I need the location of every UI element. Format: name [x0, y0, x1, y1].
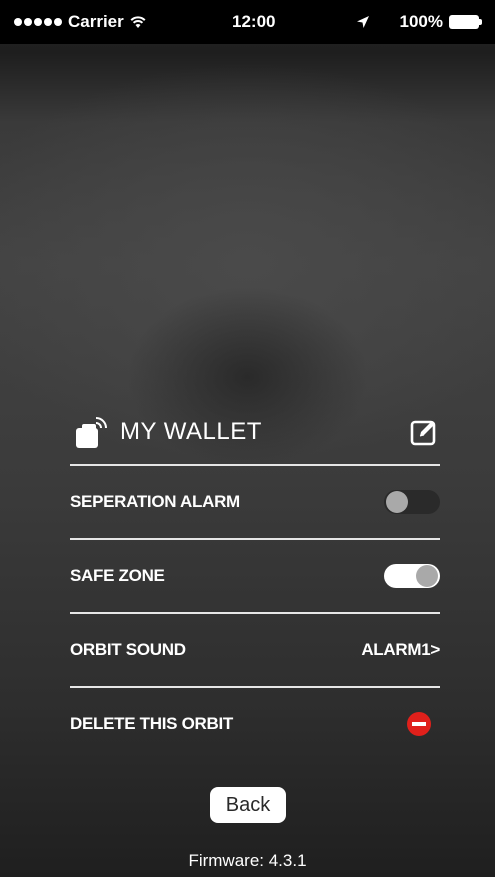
status-left: Carrier [14, 12, 146, 32]
status-bar: Carrier 12:00 100% [0, 0, 495, 44]
battery-percent: 100% [399, 12, 443, 31]
carrier-name: Carrier [68, 12, 124, 31]
device-header: MY WALLET [70, 400, 440, 466]
edit-icon[interactable] [410, 418, 438, 446]
firmware-version: Firmware: 4.3.1 [188, 851, 307, 870]
device-name: MY WALLET [120, 418, 262, 445]
safe-zone-row: SAFE ZONE [70, 540, 440, 614]
orbit-settings-screen: Carrier 12:00 100% MY WALLET SEPERATION … [0, 0, 495, 877]
wallet-tracker-icon [76, 417, 107, 448]
orbit-settings-panel: MY WALLET SEPERATION ALARM SAFE ZONE ORB… [70, 400, 440, 760]
toggle-knob [416, 565, 438, 587]
separation-alarm-toggle[interactable] [384, 490, 440, 514]
back-button[interactable]: Back [210, 787, 286, 823]
toggle-knob [386, 491, 408, 513]
delete-icon[interactable] [406, 711, 432, 737]
separation-alarm-row: SEPERATION ALARM [70, 466, 440, 540]
safe-zone-label: SAFE ZONE [70, 566, 165, 585]
orbit-sound-label: ORBIT SOUND [70, 640, 186, 659]
delete-orbit-row[interactable]: DELETE THIS ORBIT [70, 688, 440, 760]
safe-zone-toggle[interactable] [384, 564, 440, 588]
battery-icon [449, 15, 483, 29]
separation-alarm-label: SEPERATION ALARM [70, 492, 240, 511]
wifi-icon [130, 16, 146, 28]
signal-strength-icon [14, 18, 62, 26]
status-right: 100% [356, 12, 483, 32]
delete-orbit-label: DELETE THIS ORBIT [70, 714, 234, 733]
location-arrow-icon [356, 16, 369, 28]
status-time: 12:00 [232, 12, 276, 31]
orbit-sound-value[interactable]: ALARM1> [361, 640, 440, 660]
orbit-sound-row[interactable]: ORBIT SOUND ALARM1> [70, 614, 440, 688]
